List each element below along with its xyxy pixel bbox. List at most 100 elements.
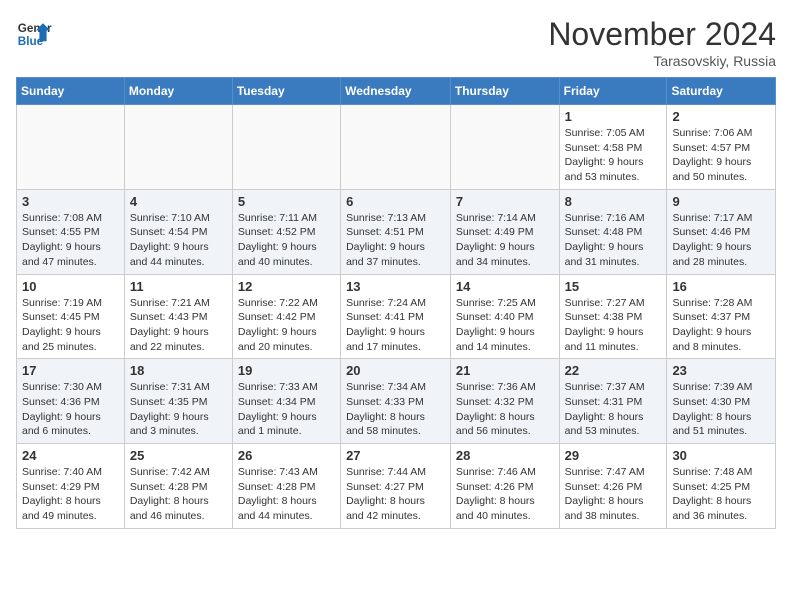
calendar-day-cell: 25 Sunrise: 7:42 AM Sunset: 4:28 PM Dayli… <box>124 444 232 529</box>
day-number: 1 <box>565 109 662 124</box>
day-number: 3 <box>22 194 119 209</box>
weekday-header-row: SundayMondayTuesdayWednesdayThursdayFrid… <box>17 78 776 105</box>
calendar-day-cell: 15 Sunrise: 7:27 AM Sunset: 4:38 PM Dayli… <box>559 274 667 359</box>
day-number: 26 <box>238 448 335 463</box>
day-number: 18 <box>130 363 227 378</box>
day-info: Sunrise: 7:43 AM Sunset: 4:28 PM Dayligh… <box>238 465 335 524</box>
calendar-day-cell: 13 Sunrise: 7:24 AM Sunset: 4:41 PM Dayli… <box>341 274 451 359</box>
day-info: Sunrise: 7:10 AM Sunset: 4:54 PM Dayligh… <box>130 211 227 270</box>
day-info: Sunrise: 7:28 AM Sunset: 4:37 PM Dayligh… <box>672 296 770 355</box>
calendar-day-cell: 8 Sunrise: 7:16 AM Sunset: 4:48 PM Daylig… <box>559 189 667 274</box>
month-title: November 2024 <box>548 16 776 53</box>
calendar-day-cell: 26 Sunrise: 7:43 AM Sunset: 4:28 PM Dayli… <box>232 444 340 529</box>
day-number: 16 <box>672 279 770 294</box>
calendar-day-cell: 29 Sunrise: 7:47 AM Sunset: 4:26 PM Dayli… <box>559 444 667 529</box>
day-info: Sunrise: 7:11 AM Sunset: 4:52 PM Dayligh… <box>238 211 335 270</box>
day-info: Sunrise: 7:19 AM Sunset: 4:45 PM Dayligh… <box>22 296 119 355</box>
day-info: Sunrise: 7:40 AM Sunset: 4:29 PM Dayligh… <box>22 465 119 524</box>
day-info: Sunrise: 7:27 AM Sunset: 4:38 PM Dayligh… <box>565 296 662 355</box>
weekday-header-cell: Thursday <box>450 78 559 105</box>
day-number: 4 <box>130 194 227 209</box>
day-info: Sunrise: 7:22 AM Sunset: 4:42 PM Dayligh… <box>238 296 335 355</box>
day-number: 19 <box>238 363 335 378</box>
day-number: 12 <box>238 279 335 294</box>
day-number: 9 <box>672 194 770 209</box>
day-info: Sunrise: 7:13 AM Sunset: 4:51 PM Dayligh… <box>346 211 445 270</box>
day-number: 25 <box>130 448 227 463</box>
calendar-week-row: 17Sunrise: 7:30 AM Sunset: 4:36 PM Dayli… <box>17 359 776 444</box>
day-info: Sunrise: 7:37 AM Sunset: 4:31 PM Dayligh… <box>565 380 662 439</box>
calendar-day-cell: 11 Sunrise: 7:21 AM Sunset: 4:43 PM Dayli… <box>124 274 232 359</box>
calendar-table: SundayMondayTuesdayWednesdayThursdayFrid… <box>16 77 776 529</box>
day-number: 17 <box>22 363 119 378</box>
calendar-day-cell: 17Sunrise: 7:30 AM Sunset: 4:36 PM Dayli… <box>17 359 125 444</box>
day-info: Sunrise: 7:25 AM Sunset: 4:40 PM Dayligh… <box>456 296 554 355</box>
day-info: Sunrise: 7:08 AM Sunset: 4:55 PM Dayligh… <box>22 211 119 270</box>
calendar-day-cell: 19Sunrise: 7:33 AM Sunset: 4:34 PM Dayli… <box>232 359 340 444</box>
calendar-day-cell: 18 Sunrise: 7:31 AM Sunset: 4:35 PM Dayli… <box>124 359 232 444</box>
day-info: Sunrise: 7:48 AM Sunset: 4:25 PM Dayligh… <box>672 465 770 524</box>
day-info: Sunrise: 7:42 AM Sunset: 4:28 PM Dayligh… <box>130 465 227 524</box>
weekday-header-cell: Saturday <box>667 78 776 105</box>
calendar-day-cell: 2 Sunrise: 7:06 AM Sunset: 4:57 PM Daylig… <box>667 105 776 190</box>
weekday-header-cell: Sunday <box>17 78 125 105</box>
calendar-week-row: 3 Sunrise: 7:08 AM Sunset: 4:55 PM Daylig… <box>17 189 776 274</box>
day-info: Sunrise: 7:44 AM Sunset: 4:27 PM Dayligh… <box>346 465 445 524</box>
calendar-day-cell: 27Sunrise: 7:44 AM Sunset: 4:27 PM Dayli… <box>341 444 451 529</box>
day-info: Sunrise: 7:31 AM Sunset: 4:35 PM Dayligh… <box>130 380 227 439</box>
day-number: 5 <box>238 194 335 209</box>
day-number: 8 <box>565 194 662 209</box>
calendar-day-cell: 6Sunrise: 7:13 AM Sunset: 4:51 PM Daylig… <box>341 189 451 274</box>
calendar-day-cell: 16 Sunrise: 7:28 AM Sunset: 4:37 PM Dayli… <box>667 274 776 359</box>
calendar-day-cell: 9Sunrise: 7:17 AM Sunset: 4:46 PM Daylig… <box>667 189 776 274</box>
title-block: November 2024 Tarasovskiy, Russia <box>548 16 776 69</box>
calendar-day-cell: 24 Sunrise: 7:40 AM Sunset: 4:29 PM Dayli… <box>17 444 125 529</box>
calendar-day-cell: 5 Sunrise: 7:11 AM Sunset: 4:52 PM Daylig… <box>232 189 340 274</box>
calendar-day-cell: 20 Sunrise: 7:34 AM Sunset: 4:33 PM Dayli… <box>341 359 451 444</box>
calendar-day-cell: 3 Sunrise: 7:08 AM Sunset: 4:55 PM Daylig… <box>17 189 125 274</box>
day-number: 10 <box>22 279 119 294</box>
day-number: 15 <box>565 279 662 294</box>
page-header: General Blue November 2024 Tarasovskiy, … <box>16 16 776 69</box>
calendar-day-cell <box>232 105 340 190</box>
day-info: Sunrise: 7:39 AM Sunset: 4:30 PM Dayligh… <box>672 380 770 439</box>
day-number: 23 <box>672 363 770 378</box>
day-info: Sunrise: 7:06 AM Sunset: 4:57 PM Dayligh… <box>672 126 770 185</box>
day-number: 29 <box>565 448 662 463</box>
calendar-week-row: 1Sunrise: 7:05 AM Sunset: 4:58 PM Daylig… <box>17 105 776 190</box>
day-info: Sunrise: 7:34 AM Sunset: 4:33 PM Dayligh… <box>346 380 445 439</box>
calendar-day-cell: 12 Sunrise: 7:22 AM Sunset: 4:42 PM Dayli… <box>232 274 340 359</box>
calendar-day-cell: 28 Sunrise: 7:46 AM Sunset: 4:26 PM Dayli… <box>450 444 559 529</box>
calendar-day-cell: 23 Sunrise: 7:39 AM Sunset: 4:30 PM Dayli… <box>667 359 776 444</box>
calendar-day-cell: 7 Sunrise: 7:14 AM Sunset: 4:49 PM Daylig… <box>450 189 559 274</box>
day-number: 11 <box>130 279 227 294</box>
day-number: 13 <box>346 279 445 294</box>
day-info: Sunrise: 7:14 AM Sunset: 4:49 PM Dayligh… <box>456 211 554 270</box>
calendar-body: 1Sunrise: 7:05 AM Sunset: 4:58 PM Daylig… <box>17 105 776 529</box>
calendar-week-row: 10 Sunrise: 7:19 AM Sunset: 4:45 PM Dayli… <box>17 274 776 359</box>
location-subtitle: Tarasovskiy, Russia <box>548 53 776 69</box>
calendar-day-cell: 4 Sunrise: 7:10 AM Sunset: 4:54 PM Daylig… <box>124 189 232 274</box>
day-number: 20 <box>346 363 445 378</box>
day-number: 28 <box>456 448 554 463</box>
day-info: Sunrise: 7:24 AM Sunset: 4:41 PM Dayligh… <box>346 296 445 355</box>
day-number: 24 <box>22 448 119 463</box>
day-info: Sunrise: 7:36 AM Sunset: 4:32 PM Dayligh… <box>456 380 554 439</box>
weekday-header-cell: Tuesday <box>232 78 340 105</box>
day-number: 2 <box>672 109 770 124</box>
calendar-day-cell <box>341 105 451 190</box>
calendar-day-cell: 22Sunrise: 7:37 AM Sunset: 4:31 PM Dayli… <box>559 359 667 444</box>
calendar-day-cell: 10 Sunrise: 7:19 AM Sunset: 4:45 PM Dayli… <box>17 274 125 359</box>
calendar-day-cell: 21 Sunrise: 7:36 AM Sunset: 4:32 PM Dayli… <box>450 359 559 444</box>
day-number: 7 <box>456 194 554 209</box>
day-number: 21 <box>456 363 554 378</box>
day-info: Sunrise: 7:16 AM Sunset: 4:48 PM Dayligh… <box>565 211 662 270</box>
calendar-day-cell <box>17 105 125 190</box>
logo: General Blue <box>16 16 52 52</box>
day-info: Sunrise: 7:21 AM Sunset: 4:43 PM Dayligh… <box>130 296 227 355</box>
calendar-day-cell: 30Sunrise: 7:48 AM Sunset: 4:25 PM Dayli… <box>667 444 776 529</box>
day-info: Sunrise: 7:47 AM Sunset: 4:26 PM Dayligh… <box>565 465 662 524</box>
day-info: Sunrise: 7:46 AM Sunset: 4:26 PM Dayligh… <box>456 465 554 524</box>
calendar-day-cell <box>450 105 559 190</box>
day-number: 14 <box>456 279 554 294</box>
